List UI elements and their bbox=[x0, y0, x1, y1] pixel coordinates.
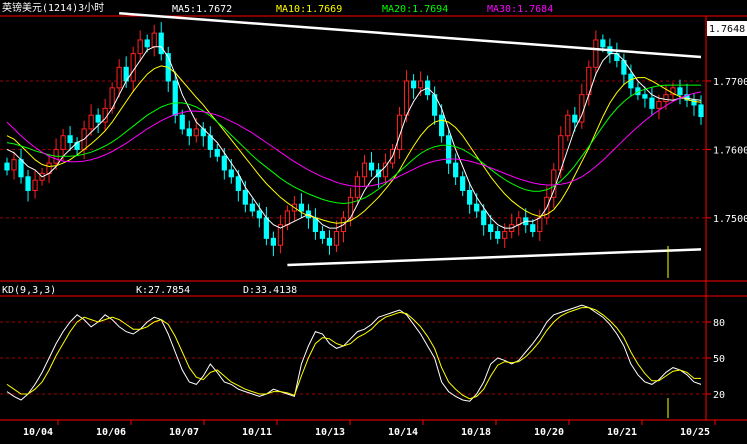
candle-body bbox=[333, 231, 340, 246]
price-tick-label: 1.7500 bbox=[713, 214, 747, 225]
ma10-label: MA10:1.7669 bbox=[276, 4, 342, 15]
candle-body bbox=[298, 203, 305, 212]
candle-body bbox=[403, 80, 410, 116]
candle-body bbox=[186, 128, 192, 137]
candle-body bbox=[368, 162, 375, 171]
ma30-label: MA30:1.7684 bbox=[487, 4, 553, 15]
date-tick-label: 10/20 bbox=[534, 427, 564, 438]
candle-body bbox=[572, 114, 578, 123]
kline-chart: 1.7700 1.7600 1.7500 80 50 20 10/04 10/06 10/07 1… bbox=[0, 1, 747, 438]
candle-body bbox=[116, 66, 122, 89]
candle-body bbox=[11, 159, 17, 171]
candle-body bbox=[474, 203, 480, 212]
candle-body bbox=[32, 179, 38, 191]
kd-title: KD(9,3,3) bbox=[2, 285, 56, 296]
candle-body bbox=[642, 94, 648, 99]
candle-body bbox=[67, 135, 73, 144]
candle-body bbox=[410, 80, 417, 89]
candle-body bbox=[677, 87, 683, 96]
candle-body bbox=[25, 176, 31, 191]
candle-body bbox=[439, 114, 445, 137]
date-tick-label: 10/06 bbox=[96, 427, 126, 438]
d-value-label: D:33.4138 bbox=[243, 285, 297, 296]
candle-body bbox=[319, 231, 326, 239]
candle-body bbox=[4, 162, 10, 171]
candle-body bbox=[214, 148, 220, 157]
candle-body bbox=[228, 169, 234, 178]
price-tick-label: 1.7700 bbox=[713, 77, 747, 88]
kd-tick-label: 50 bbox=[713, 354, 725, 365]
candle-body bbox=[361, 162, 368, 178]
candle-body bbox=[256, 210, 262, 219]
current-price-text: 1.7648 bbox=[709, 24, 745, 35]
d-line bbox=[6, 307, 701, 400]
candle-body bbox=[193, 128, 199, 137]
candle-body bbox=[530, 224, 536, 233]
candle-body bbox=[495, 231, 501, 239]
candle-body bbox=[698, 104, 704, 118]
ma5-label: MA5:1.7672 bbox=[172, 4, 232, 15]
candle-body bbox=[270, 237, 276, 246]
candle-body bbox=[158, 32, 164, 55]
candle-body bbox=[221, 155, 227, 171]
ma20-label: MA20:1.7694 bbox=[382, 4, 448, 15]
candle-body bbox=[249, 203, 255, 212]
support-trendline bbox=[287, 248, 702, 267]
kd-tick-label: 20 bbox=[713, 390, 725, 401]
chart-root: 1.7700 1.7600 1.7500 80 50 20 10/04 10/06 10/07 1… bbox=[0, 0, 747, 444]
date-tick-label: 10/11 bbox=[242, 427, 272, 438]
k-line bbox=[6, 304, 702, 402]
k-value-label: K:27.7854 bbox=[136, 285, 190, 296]
candle-body bbox=[460, 176, 466, 191]
date-tick-label: 10/07 bbox=[169, 427, 199, 438]
trendlines bbox=[119, 12, 702, 267]
candle-body bbox=[600, 39, 606, 48]
resistance-trendline bbox=[119, 12, 702, 59]
date-tick-label: 10/14 bbox=[388, 427, 418, 438]
candle-body bbox=[88, 114, 94, 130]
candle-body bbox=[663, 94, 669, 103]
date-tick-label: 10/21 bbox=[607, 427, 637, 438]
candle-body bbox=[565, 114, 571, 137]
candle-body bbox=[263, 217, 269, 239]
ma5-line bbox=[6, 46, 702, 229]
candle-body bbox=[151, 32, 157, 48]
candle-body bbox=[453, 162, 459, 178]
candle-body bbox=[488, 224, 494, 233]
candle-body bbox=[130, 53, 136, 82]
candle-body bbox=[481, 210, 487, 226]
axes: 1.7700 1.7600 1.7500 80 50 20 10/04 10/06 10/07 1… bbox=[23, 77, 747, 438]
price-tick-label: 1.7600 bbox=[713, 145, 747, 156]
candle-body bbox=[179, 114, 185, 130]
candle-body bbox=[144, 39, 150, 48]
candle-body bbox=[537, 217, 543, 233]
candle-body bbox=[417, 80, 424, 89]
candle-body bbox=[242, 189, 248, 205]
candle-body bbox=[467, 189, 473, 205]
candles bbox=[4, 22, 704, 257]
chart-title: 英镑美元(1214)3小时 bbox=[2, 1, 104, 14]
date-tick-label: 10/18 bbox=[461, 427, 491, 438]
candle-body bbox=[235, 176, 241, 191]
candle-body bbox=[18, 159, 24, 178]
candle-body bbox=[502, 231, 508, 239]
candle-body bbox=[284, 210, 291, 226]
candle-body bbox=[656, 101, 662, 109]
candle-body bbox=[593, 39, 599, 68]
candle-body bbox=[60, 135, 66, 150]
kd-indicator bbox=[6, 246, 702, 418]
candle-body bbox=[649, 97, 655, 109]
candle-body bbox=[172, 80, 178, 116]
moving-averages bbox=[6, 46, 702, 229]
date-tick-label: 10/25 bbox=[680, 427, 710, 438]
kd-tick-label: 80 bbox=[713, 318, 725, 329]
candle-body bbox=[137, 39, 143, 55]
candle-body bbox=[354, 176, 361, 198]
candle-body bbox=[95, 114, 101, 123]
date-tick-label: 10/04 bbox=[23, 427, 53, 438]
date-tick-label: 10/13 bbox=[315, 427, 345, 438]
candle-body bbox=[326, 237, 333, 246]
